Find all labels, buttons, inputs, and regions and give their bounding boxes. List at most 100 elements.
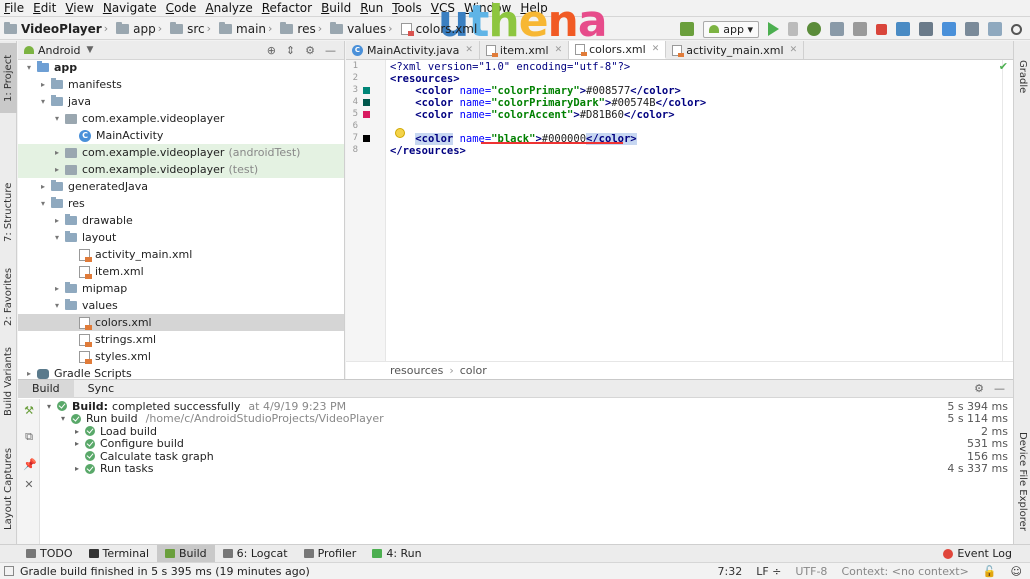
hammer-icon[interactable] [680, 22, 695, 36]
expand-arrow-icon[interactable]: ▾ [52, 114, 62, 123]
collapse-arrow-icon[interactable]: ▸ [72, 464, 82, 473]
collapse-arrow-icon[interactable]: ▸ [38, 80, 48, 89]
hammer-icon[interactable]: ⚒ [23, 405, 35, 417]
tab-build-tool[interactable]: Build [157, 544, 215, 563]
build-output-row[interactable]: Calculate task graph 156 ms [40, 450, 1013, 463]
tree-item[interactable]: ▾ com.example.videoplayer [18, 110, 344, 127]
file-encoding[interactable]: UTF-8 [795, 565, 827, 578]
menu-item-navigate[interactable]: Navigate [103, 1, 157, 15]
project-tool-tab[interactable]: 1: Project [0, 43, 17, 113]
tree-item[interactable]: ▸ Gradle Scripts [18, 365, 344, 379]
attach-debugger-icon[interactable] [853, 22, 867, 36]
collapse-all-icon[interactable]: ⇕ [286, 44, 295, 57]
expand-arrow-icon[interactable]: ▾ [52, 233, 62, 242]
tab-run[interactable]: 4: Run [364, 545, 429, 563]
menu-item-tools[interactable]: Tools [392, 1, 422, 15]
tree-item[interactable]: ▸ com.example.videoplayer (test) [18, 161, 344, 178]
tab-build[interactable]: Build [18, 379, 74, 398]
build-output-row[interactable]: ▾ Build: completed successfully at 4/9/19 9… [40, 400, 1013, 413]
structure-tool-tab[interactable]: 7: Structure [0, 176, 17, 248]
breadcrumb-item[interactable]: res › [280, 21, 326, 36]
tree-item[interactable]: ▾ java [18, 93, 344, 110]
stop-icon[interactable] [876, 23, 887, 35]
search-everywhere-icon[interactable] [1011, 23, 1022, 35]
tab-logcat[interactable]: 6: Logcat [215, 545, 296, 563]
tool-windows-icon[interactable] [4, 566, 14, 576]
close-icon[interactable]: ✕ [652, 44, 660, 54]
tree-item[interactable]: ▾ res [18, 195, 344, 212]
menu-item-file[interactable]: File [4, 1, 24, 15]
gear-icon[interactable]: ⚙ [974, 382, 984, 395]
tree-item[interactable]: C MainActivity [18, 127, 344, 144]
tree-item[interactable]: ▾ layout [18, 229, 344, 246]
expand-arrow-icon[interactable]: ▾ [58, 414, 68, 423]
gear-icon[interactable]: ⚙ [305, 44, 315, 57]
tree-item[interactable]: colors.xml [18, 314, 344, 331]
line-separator[interactable]: LF ÷ [756, 565, 781, 578]
run-config-select[interactable]: app ▾ [703, 20, 759, 38]
build-variants-tool-tab[interactable]: Build Variants [0, 341, 17, 423]
layout-inspector-icon[interactable] [988, 22, 1002, 36]
tab-sync[interactable]: Sync [74, 380, 129, 398]
collapse-arrow-icon[interactable]: ▸ [52, 148, 62, 157]
build-output-row[interactable]: ▾ Run build/home/c/AndroidStudioProjects/… [40, 412, 1013, 425]
menu-item-edit[interactable]: Edit [33, 1, 56, 15]
project-view-mode[interactable]: Android [38, 44, 81, 57]
breadcrumb-item[interactable]: VideoPlayer › [4, 21, 112, 36]
caret-position[interactable]: 7:32 [717, 565, 742, 578]
breadcrumb-item[interactable]: colors.xml [400, 22, 477, 36]
pin-icon[interactable]: 📌 [23, 459, 37, 471]
layout-captures-tool-tab[interactable]: Layout Captures [0, 441, 17, 536]
menu-item-run[interactable]: Run [360, 1, 383, 15]
tree-item[interactable]: ▾ app [18, 59, 344, 76]
expand-arrow-icon[interactable]: ▾ [52, 301, 62, 310]
tab-mainactivity-java[interactable]: C MainActivity.java ✕ [346, 41, 480, 59]
tree-item[interactable]: ▾ values [18, 297, 344, 314]
color-swatch-icon[interactable] [363, 99, 370, 106]
gradle-tool-tab[interactable]: Gradle [1014, 49, 1030, 104]
breadcrumb-item[interactable]: src › [170, 21, 215, 36]
menu-item-build[interactable]: Build [321, 1, 351, 15]
breadcrumb-item[interactable]: app › [116, 21, 166, 36]
event-log-button[interactable]: Event Log [943, 547, 1030, 560]
tab-colors-xml[interactable]: colors.xml ✕ [569, 41, 667, 59]
build-output-row[interactable]: ▸ Run tasks 4 s 337 ms [40, 462, 1013, 475]
menu-item-code[interactable]: Code [166, 1, 197, 15]
tab-profiler[interactable]: Profiler [296, 545, 365, 563]
tree-item[interactable]: styles.xml [18, 348, 344, 365]
expand-arrow-icon[interactable]: ▾ [44, 402, 54, 411]
build-output-row[interactable]: ▸ Configure build 531 ms [40, 437, 1013, 450]
color-swatch-icon[interactable] [363, 87, 370, 94]
sdk-manager-icon[interactable] [942, 22, 956, 36]
project-structure-icon[interactable] [965, 22, 979, 36]
close-icon[interactable]: ✕ [465, 45, 473, 55]
tree-item[interactable]: ▸ drawable [18, 212, 344, 229]
color-swatch-icon[interactable] [363, 111, 370, 118]
close-icon[interactable]: ✕ [790, 45, 798, 55]
lock-icon[interactable]: 🔓 [983, 565, 997, 578]
device-file-explorer-tool-tab[interactable]: Device File Explorer [1014, 426, 1030, 536]
editor-crumb-item[interactable]: color [460, 364, 487, 377]
breadcrumb-item[interactable]: main › [219, 21, 276, 36]
collapse-arrow-icon[interactable]: ▸ [52, 165, 62, 174]
collapse-arrow-icon[interactable]: ▸ [52, 284, 62, 293]
tree-item[interactable]: ▸ manifests [18, 76, 344, 93]
chevron-down-icon[interactable]: ▼ [87, 45, 94, 55]
code-editor[interactable]: 1 2 3 4 5 6 7 8 <?xml version="1.0" encoding="u… [346, 60, 1013, 361]
minimize-icon[interactable]: — [994, 382, 1005, 395]
toggle-view-icon[interactable]: ⧉ [23, 431, 35, 443]
collapse-arrow-icon[interactable]: ▸ [38, 182, 48, 191]
menu-item-refactor[interactable]: Refactor [262, 1, 312, 15]
tab-item-xml[interactable]: item.xml ✕ [480, 41, 570, 59]
lightbulb-icon[interactable] [395, 128, 405, 138]
close-icon[interactable]: ✕ [555, 45, 563, 55]
collapse-arrow-icon[interactable]: ▸ [72, 439, 82, 448]
collapse-arrow-icon[interactable]: ▸ [24, 369, 34, 378]
avd-manager-icon[interactable] [919, 22, 933, 36]
tree-item[interactable]: strings.xml [18, 331, 344, 348]
run-icon[interactable] [768, 22, 779, 36]
tree-item[interactable]: ▸ generatedJava [18, 178, 344, 195]
debug-icon[interactable] [807, 22, 821, 36]
expand-arrow-icon[interactable]: ▾ [24, 63, 34, 72]
favorites-tool-tab[interactable]: 2: Favorites [0, 261, 17, 333]
